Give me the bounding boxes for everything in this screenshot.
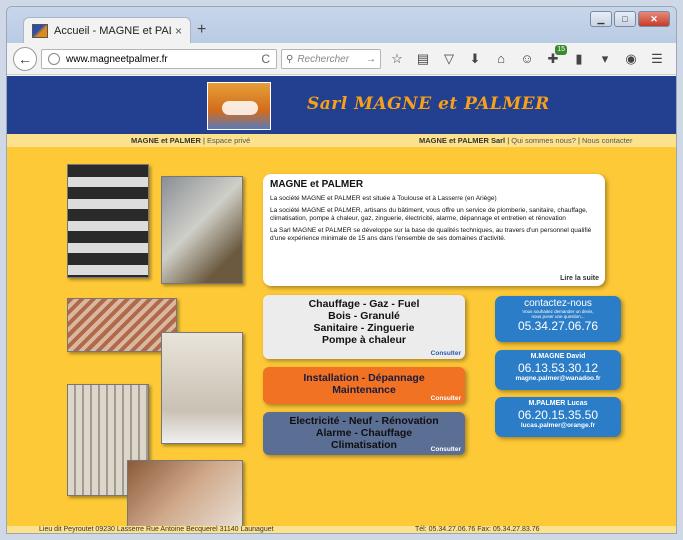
contact-main-phone: 05.34.27.06.76 xyxy=(517,319,599,333)
handshake-icon xyxy=(222,101,258,115)
service-installation[interactable]: Installation - Dépannage Maintenance Con… xyxy=(263,367,465,404)
back-button[interactable]: ← xyxy=(13,47,37,71)
address-bar[interactable]: www.magneetpalmer.fr C xyxy=(41,49,277,69)
url-text: www.magneetpalmer.fr xyxy=(66,53,168,65)
contact-link[interactable]: Nous contacter xyxy=(582,136,632,145)
search-bar[interactable]: ⚲ Rechercher → xyxy=(281,49,381,69)
footer-phones: Tél: 05.34.27.06.76 Fax: 05.34.27.83.76 xyxy=(415,526,540,533)
pocket-icon[interactable]: ▽ xyxy=(439,49,459,69)
chat-icon[interactable]: ☺ xyxy=(517,49,537,69)
service-line: Alarme - Chauffage xyxy=(315,427,413,439)
new-tab-button[interactable]: + xyxy=(197,21,206,39)
footer-address: Lieu dit Peyroutet 09230 Lasserre Rue An… xyxy=(39,526,274,533)
bookmark-star-icon[interactable]: ☆ xyxy=(387,49,407,69)
sub-navigation: MAGNE et PALMER | Espace privé MAGNE et … xyxy=(7,134,676,147)
subnav-left: MAGNE et PALMER | Espace privé xyxy=(131,136,251,145)
clipboard-icon[interactable]: ▮ xyxy=(569,49,589,69)
service-heating[interactable]: Chauffage - Gaz - Fuel Bois - Granulé Sa… xyxy=(263,295,465,359)
window-controls: ▁ □ ✕ xyxy=(590,11,670,27)
presentation-paragraph-3: La Sarl MAGNE et PALMER se développe sur… xyxy=(270,226,592,243)
reading-list-icon[interactable]: ▤ xyxy=(413,49,433,69)
presentation-paragraph-2: La société MAGNE et PALMER, artisans du … xyxy=(270,206,588,223)
company-logo[interactable] xyxy=(207,82,271,130)
reload-icon[interactable]: C xyxy=(261,52,270,66)
photo-electrical-panel xyxy=(67,164,149,278)
page-content: Sarl MAGNE et PALMER MAGNE et PALMER | E… xyxy=(7,76,676,533)
photo-boiler-installation xyxy=(161,332,243,444)
contact-magne-box[interactable]: M.MAGNE David 06.13.53.30.12 magne.palme… xyxy=(495,350,621,390)
navigation-bar: ← www.magneetpalmer.fr C ⚲ Rechercher → … xyxy=(7,43,676,75)
service-line: Installation - Dépannage xyxy=(303,372,425,384)
browser-window: Accueil - MAGNE et PALM... × + ▁ □ ✕ ← w… xyxy=(6,6,677,534)
tab-close-icon[interactable]: × xyxy=(175,24,182,38)
adblock-icon[interactable]: ◉ xyxy=(621,49,641,69)
service-line: Sanitaire - Zinguerie xyxy=(313,322,415,334)
search-icon: ⚲ xyxy=(286,53,294,65)
maximize-button[interactable]: □ xyxy=(614,11,636,27)
download-icon[interactable]: ⬇ xyxy=(465,49,485,69)
contact-phone: 06.20.15.35.50 xyxy=(517,408,599,422)
site-footer: Lieu dit Peyroutet 09230 Lasserre Rue An… xyxy=(7,526,676,533)
contact-name: M.MAGNE David xyxy=(530,353,586,360)
service-electricity[interactable]: Electricité - Neuf - Rénovation Alarme -… xyxy=(263,412,465,455)
presentation-title: MAGNE et PALMER xyxy=(270,179,364,190)
search-placeholder: Rechercher xyxy=(297,53,350,65)
search-go-icon[interactable]: → xyxy=(366,54,376,65)
globe-icon xyxy=(48,53,60,65)
read-more-link[interactable]: Lire la suite xyxy=(560,275,599,282)
contact-name: M.PALMER Lucas xyxy=(528,400,588,407)
contact-palmer-box[interactable]: M.PALMER Lucas 06.20.15.35.50 lucas.palm… xyxy=(495,397,621,437)
contact-phone: 06.13.53.30.12 xyxy=(517,361,599,375)
dropdown-arrow-icon[interactable]: ▾ xyxy=(595,49,615,69)
contact-email: lucas.palmer@orange.fr xyxy=(520,422,596,429)
extension-puzzle-icon[interactable]: ✚ 15 xyxy=(543,45,567,69)
home-icon[interactable]: ⌂ xyxy=(491,49,511,69)
presentation-box: MAGNE et PALMER La société MAGNE et PALM… xyxy=(263,174,605,286)
subnav-right: MAGNE et PALMER Sarl | Qui sommes nous? … xyxy=(419,136,633,145)
photo-boiler-room xyxy=(161,176,243,284)
site-favicon-icon xyxy=(32,23,48,38)
consult-link[interactable]: Consulter xyxy=(431,350,461,357)
minimize-button[interactable]: ▁ xyxy=(590,11,612,27)
service-line: Pompe à chaleur xyxy=(321,334,407,346)
contact-main-box[interactable]: contactez-nous Vous souhaitez demander u… xyxy=(495,296,621,342)
service-line: Bois - Granulé xyxy=(328,310,400,322)
consult-link[interactable]: Consulter xyxy=(431,446,461,453)
menu-hamburger-icon[interactable]: ☰ xyxy=(647,49,667,69)
toolbar-icons: ☆ ▤ ▽ ⬇ ⌂ ☺ ✚ 15 ▮ ▾ ◉ ☰ xyxy=(387,45,667,69)
site-header: Sarl MAGNE et PALMER xyxy=(7,76,676,134)
service-line: Chauffage - Gaz - Fuel xyxy=(308,298,420,310)
close-window-button[interactable]: ✕ xyxy=(638,11,670,27)
tab-bar: Accueil - MAGNE et PALM... × + ▁ □ ✕ xyxy=(7,7,676,43)
subnav-brand[interactable]: MAGNE et PALMER xyxy=(131,136,201,145)
presentation-paragraph-1: La société MAGNE et PALMER est située à … xyxy=(270,195,497,202)
browser-tab[interactable]: Accueil - MAGNE et PALM... × xyxy=(23,17,191,43)
photo-bathroom xyxy=(127,460,243,528)
subnav-company-link[interactable]: MAGNE et PALMER Sarl xyxy=(419,136,505,145)
contact-email: magne.palmer@wanadoo.fr xyxy=(515,375,601,382)
private-space-link[interactable]: Espace privé xyxy=(207,136,250,145)
service-line: Electricité - Neuf - Rénovation xyxy=(289,415,439,427)
extension-badge: 15 xyxy=(555,45,567,55)
about-us-link[interactable]: Qui sommes nous? xyxy=(511,136,576,145)
site-title: Sarl MAGNE et PALMER xyxy=(307,94,550,114)
consult-link[interactable]: Consulter xyxy=(431,395,461,402)
tab-title: Accueil - MAGNE et PALM... xyxy=(54,24,171,37)
contact-title: contactez-nous xyxy=(524,298,592,309)
